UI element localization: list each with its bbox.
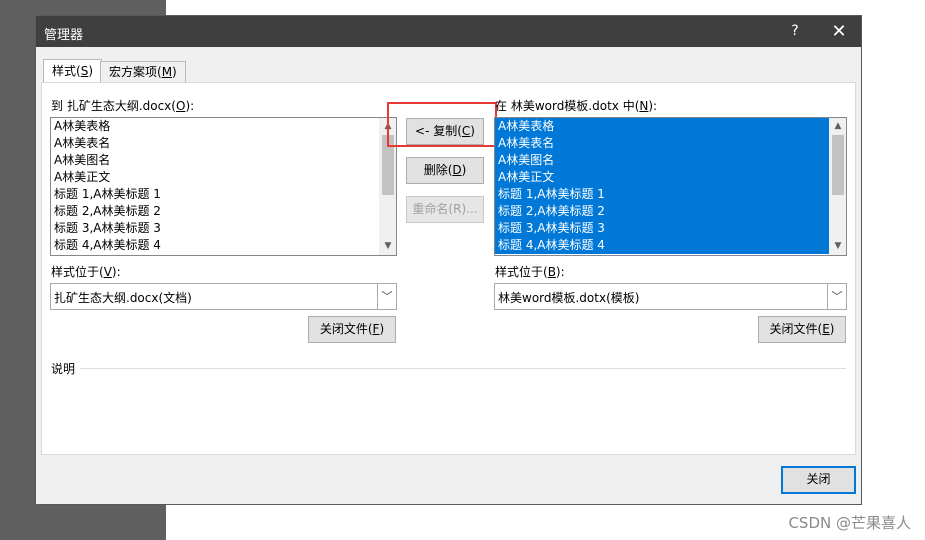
list-item[interactable]: A林美图名: [51, 152, 380, 169]
left-location-label-text: 样式位于(: [51, 265, 104, 279]
description-label: 说明: [51, 362, 76, 376]
right-list-label-suffix: ):: [648, 99, 658, 113]
list-item[interactable]: 标题 2,A林美标题 2: [51, 203, 380, 220]
right-location-label-key: B: [547, 265, 556, 279]
list-item[interactable]: 标题 3,A林美标题 3: [495, 220, 829, 237]
delete-suffix: ): [461, 163, 467, 177]
list-item[interactable]: A林美表名: [495, 135, 829, 152]
right-close-file-button[interactable]: 关闭文件(E): [758, 316, 846, 343]
right-close-file-key: E: [822, 322, 830, 336]
list-item[interactable]: 标题 4,A林美标题 4: [495, 237, 829, 254]
right-location-label-text: 样式位于(: [495, 265, 548, 279]
tab-macro-items[interactable]: 宏方案项(M): [100, 61, 186, 83]
right-location-label: 样式位于(B):: [495, 263, 565, 280]
tab-styles[interactable]: 样式(S): [43, 59, 102, 83]
list-item[interactable]: A林美正文: [495, 169, 829, 186]
delete-button[interactable]: 删除(D): [406, 157, 484, 184]
annotation-highlight: [387, 102, 497, 147]
left-list-label-suffix: ):: [185, 99, 195, 113]
tab-macro-suffix: ): [172, 65, 177, 79]
right-location-label-suffix: ):: [555, 265, 565, 279]
list-item[interactable]: A林美表名: [51, 135, 380, 152]
left-styles-list[interactable]: A林美表格 A林美表名 A林美图名 A林美正文 标题 1,A林美标题 1 标题 …: [50, 117, 397, 256]
list-item[interactable]: A林美表格: [51, 118, 380, 135]
left-location-value: 扎矿生态大纲.docx(文档): [54, 291, 192, 305]
title-bar: 管理器 ? ✕: [36, 16, 861, 47]
list-item[interactable]: A林美正文: [51, 169, 380, 186]
list-item[interactable]: 标题 1,A林美标题 1: [51, 186, 380, 203]
list-item[interactable]: 标题 4,A林美标题 4: [51, 237, 380, 254]
left-close-file-suffix: ): [379, 322, 385, 336]
tab-macro-key: M: [161, 65, 173, 79]
right-list-label-text: 在 林美word模板.dotx 中(: [495, 99, 640, 113]
chevron-down-icon[interactable]: ﹀: [827, 284, 846, 309]
description-divider: [80, 368, 846, 369]
left-location-label-suffix: ):: [111, 265, 121, 279]
right-close-file-label: 关闭文件(: [769, 322, 823, 336]
list-item[interactable]: A林美图名: [495, 152, 829, 169]
left-list-label-text: 到 扎矿生态大纲.docx(: [51, 99, 176, 113]
tab-macro-label: 宏方案项(: [109, 65, 162, 79]
left-location-label: 样式位于(V):: [51, 263, 121, 280]
list-item[interactable]: 标题 1,A林美标题 1: [495, 186, 829, 203]
list-item[interactable]: 标题 3,A林美标题 3: [51, 220, 380, 237]
chevron-down-icon[interactable]: ﹀: [377, 284, 396, 309]
scroll-up-icon[interactable]: ▲: [830, 118, 846, 135]
right-list-scrollbar[interactable]: ▲ ▼: [829, 118, 846, 255]
left-list-label: 到 扎矿生态大纲.docx(O):: [51, 97, 194, 114]
right-list-label: 在 林美word模板.dotx 中(N):: [495, 97, 657, 114]
watermark: CSDN @芒果喜人: [788, 514, 911, 532]
left-location-select[interactable]: 扎矿生态大纲.docx(文档) ﹀: [50, 283, 397, 310]
right-location-select[interactable]: 林美word模板.dotx(模板) ﹀: [494, 283, 847, 310]
close-icon[interactable]: ✕: [825, 21, 853, 42]
left-close-file-button[interactable]: 关闭文件(F): [308, 316, 396, 343]
scroll-down-icon[interactable]: ▼: [830, 238, 846, 255]
list-item[interactable]: A林美表格: [495, 118, 829, 135]
dialog-title: 管理器: [44, 28, 84, 43]
left-close-file-label: 关闭文件(: [319, 322, 373, 336]
organizer-dialog: 管理器 ? ✕ 样式(S) 宏方案项(M): [35, 15, 862, 505]
tab-styles-suffix: ): [88, 64, 93, 78]
tab-styles-label: 样式(: [52, 64, 81, 78]
right-styles-list[interactable]: A林美表格 A林美表名 A林美图名 A林美正文 标题 1,A林美标题 1 标题 …: [494, 117, 847, 256]
right-close-file-suffix: ): [829, 322, 835, 336]
rename-button[interactable]: 重命名(R)...: [406, 196, 484, 223]
right-location-value: 林美word模板.dotx(模板): [498, 291, 640, 305]
delete-key: D: [452, 163, 462, 177]
left-location-label-key: V: [103, 265, 112, 279]
scroll-thumb[interactable]: [832, 135, 844, 195]
help-icon[interactable]: ?: [785, 23, 805, 39]
scroll-down-icon[interactable]: ▼: [380, 238, 396, 255]
list-item[interactable]: 标题 2,A林美标题 2: [495, 203, 829, 220]
delete-label: 删除(: [423, 163, 453, 177]
close-dialog-button[interactable]: 关闭: [781, 466, 856, 494]
